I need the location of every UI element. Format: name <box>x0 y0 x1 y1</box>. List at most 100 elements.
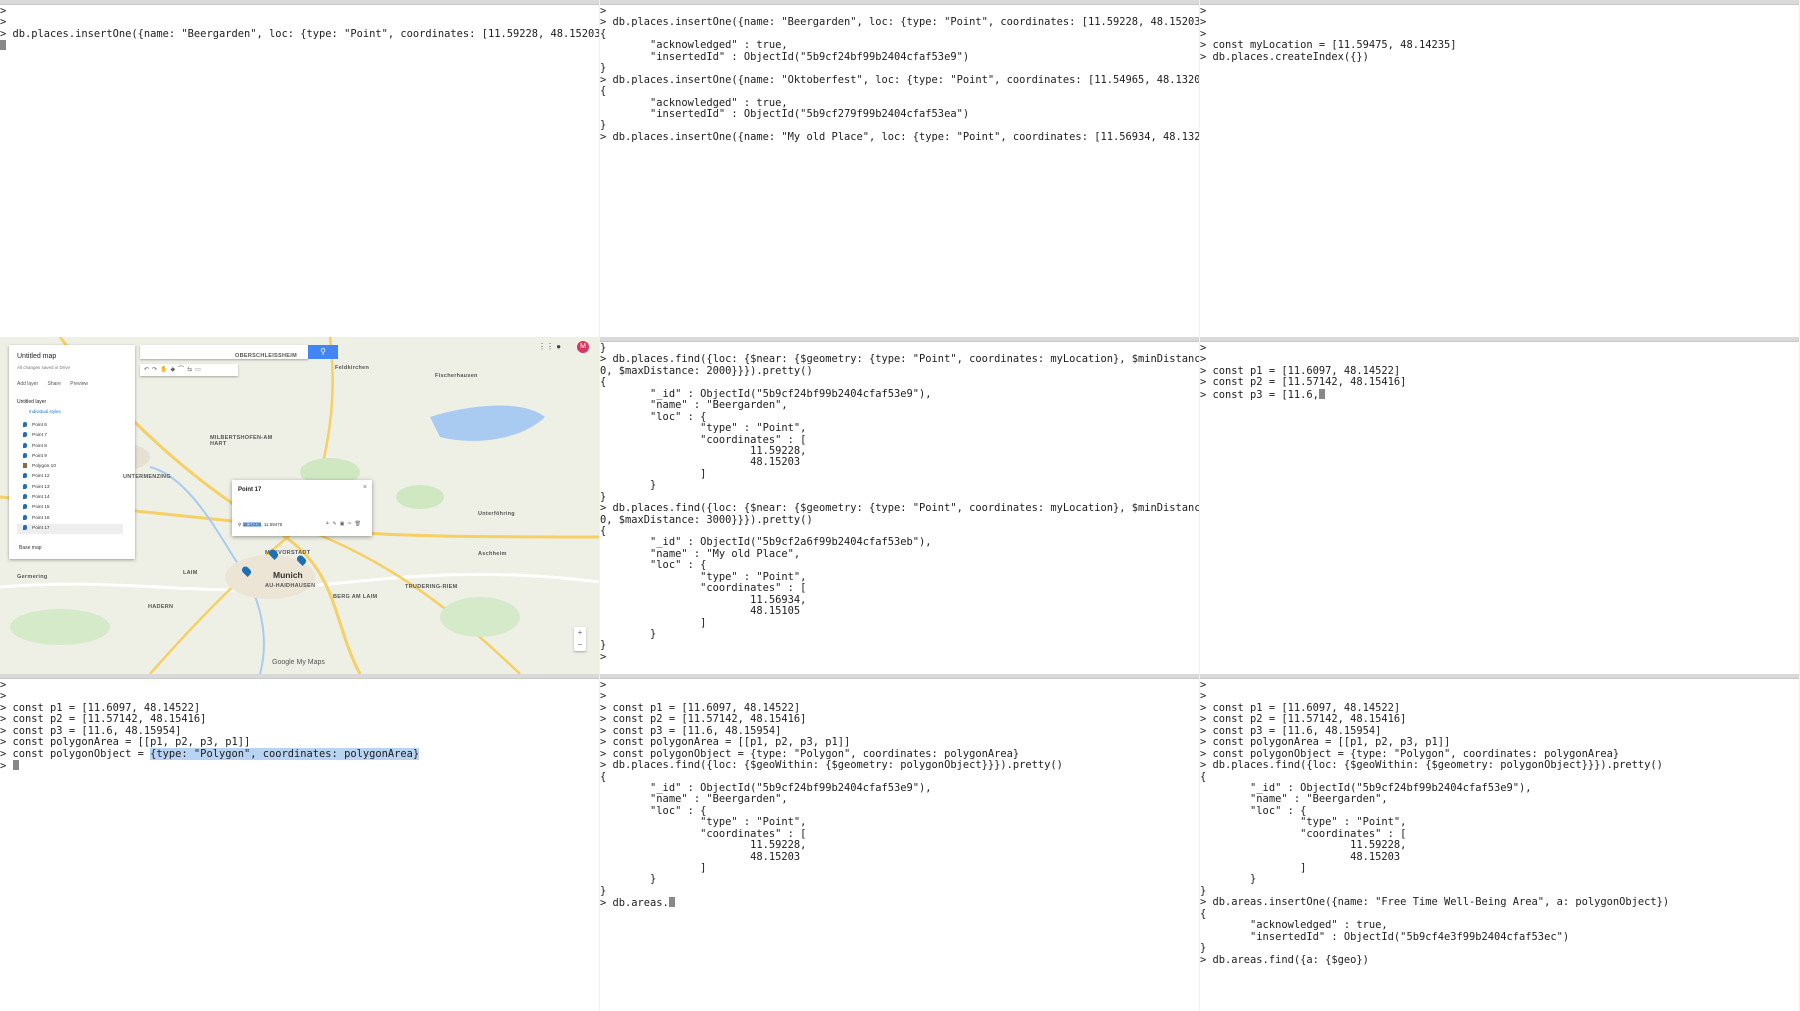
layer-name[interactable]: Untitled layer <box>17 399 46 405</box>
terminal-line: 11.59228, <box>600 839 807 852</box>
terminal-prompt-line[interactable] <box>0 40 599 51</box>
terminal-panel-2[interactable]: > > db.places.insertOne({name: "Beergard… <box>600 0 1200 337</box>
map-place-label: Germering <box>17 574 48 580</box>
layer-item[interactable]: Point 7 <box>23 431 123 441</box>
selected-text[interactable]: {type: "Polygon", coordinates: polygonAr… <box>150 747 420 760</box>
terminal-line: > db.places.insertOne({name: "Beergarden… <box>600 16 1200 29</box>
layer-item-label: Polygon 10 <box>32 464 57 470</box>
close-icon[interactable]: × <box>363 484 367 491</box>
terminal-output[interactable]: > > > const p1 = [11.6097, 48.14522] > c… <box>1200 342 1799 674</box>
text-cursor <box>1318 388 1325 399</box>
map-title[interactable]: Untitled map <box>17 353 56 360</box>
terminal-line: > const p2 = [11.57142, 48.15416] <box>1200 376 1407 389</box>
terminal-titlebar <box>600 674 1199 679</box>
pin-icon <box>23 442 27 448</box>
terminal-output[interactable]: } > db.places.find({loc: {$near: {$geome… <box>600 342 1200 674</box>
terminal-panel-7[interactable]: > > > const p1 = [11.6097, 48.14522] > c… <box>0 674 600 1011</box>
terminal-output[interactable]: > > db.places.insertOne({name: "Beergard… <box>600 5 1200 337</box>
map-place-label: BERG AM LAIM <box>333 594 378 600</box>
terminal-prompt-line[interactable]: > db.places.insertOne({name: "My old Pla… <box>600 131 1199 143</box>
terminal-prompt-line[interactable]: > db.places.createIndex({}) <box>1200 51 1799 63</box>
pin-icon <box>23 422 27 427</box>
map-place-label: LAIM <box>183 570 198 576</box>
terminal-line: > db.places.find({loc: {$near: {$geometr… <box>600 502 1200 515</box>
pin-icon <box>23 473 27 479</box>
terminal-prompt-line[interactable]: > <box>0 760 599 772</box>
terminal-panel-9[interactable]: > > > const p1 = [11.6097, 48.14522] > c… <box>1200 674 1800 1011</box>
text-cursor <box>12 760 19 771</box>
search-icon: ⚲ <box>320 347 326 356</box>
layer-item[interactable]: Point 13 <box>23 483 123 493</box>
terminal-line: } <box>600 884 607 897</box>
terminal-line: "insertedId" : ObjectId("5b9cf279f99b240… <box>600 107 970 120</box>
base-map-toggle[interactable]: Base map <box>19 545 42 551</box>
layer-item[interactable]: Polygon 10 <box>23 462 123 472</box>
layer-item-label: Point 12 <box>32 474 50 480</box>
layer-item[interactable]: Point 8 <box>23 442 123 452</box>
terminal-panel-6[interactable]: > > > const p1 = [11.6097, 48.14522] > c… <box>1200 337 1800 674</box>
terminal-line: } <box>1200 873 1257 886</box>
pin-icon <box>23 494 27 500</box>
map-toolbar[interactable]: ↶↷✋◆⌒⇆▭ <box>140 364 238 376</box>
map-sidebar[interactable]: Untitled map All changes saved in Drive … <box>9 345 135 559</box>
map-place-label: Fischerhausen <box>435 373 478 379</box>
terminal-titlebar <box>0 0 599 5</box>
terminal-panel-1[interactable]: > > > db.places.insertOne({name: "Beerga… <box>0 0 600 337</box>
terminal-output[interactable]: > > > const p1 = [11.6097, 48.14522] > c… <box>1200 679 1799 1011</box>
add-layer-button[interactable]: Add layer <box>17 381 38 387</box>
terminal-line: > <box>0 679 7 691</box>
terminal-output[interactable]: > > > > const myLocation = [11.59475, 48… <box>1200 5 1799 337</box>
terminal-panel-3[interactable]: > > > > const myLocation = [11.59475, 48… <box>1200 0 1800 337</box>
terminal-line: ] <box>600 616 707 629</box>
map-place-label: HADERN <box>148 604 174 610</box>
layer-item-label: Point 17 <box>32 525 50 531</box>
avatar[interactable]: M <box>577 341 589 353</box>
layer-item-label: Point 7 <box>32 433 47 439</box>
layer-item-label: Point 16 <box>32 515 50 521</box>
pin-icon <box>23 452 27 458</box>
popup-tools[interactable]: ⚘✎▣✑🗑 <box>325 521 364 527</box>
zoom-controls[interactable]: + − <box>574 627 586 651</box>
google-my-maps[interactable]: Untitled map All changes saved in Drive … <box>0 337 599 674</box>
search-button[interactable]: ⚲ <box>308 345 338 359</box>
terminal-line: "insertedId" : ObjectId("5b9cf24bf99b240… <box>600 50 970 63</box>
terminal-prompt-line[interactable]: > db.areas. <box>600 897 1199 910</box>
terminal-prompt-line[interactable]: > db.areas.find({a: {$geo}) <box>1200 954 1799 966</box>
layer-item[interactable]: Point 12 <box>23 472 123 482</box>
map-place-label: Unterföhring <box>478 511 515 517</box>
preview-button[interactable]: Preview <box>70 381 88 387</box>
terminal-line: "type" : "Point", <box>1200 816 1407 829</box>
terminal-input-text: > db.areas. <box>600 897 669 910</box>
terminal-titlebar <box>1200 0 1799 5</box>
layer-item[interactable]: Point 6 <box>23 421 123 431</box>
city-label: Munich <box>273 570 303 580</box>
popup-title: Point 17 <box>238 487 262 493</box>
text-cursor <box>668 897 675 908</box>
map-panel[interactable]: Untitled map All changes saved in Drive … <box>0 337 600 674</box>
share-button[interactable]: Share <box>48 381 61 387</box>
popup-coordinates[interactable]: ⚲ 48.14235, 11.59475 <box>238 522 282 528</box>
point-info-popup[interactable]: Point 17 × ⚲ 48.14235, 11.59475 ⚘✎▣✑🗑 <box>232 480 372 536</box>
terminal-line: 0, $maxDistance: 3000}}}).pretty() <box>600 513 813 526</box>
layer-item[interactable]: Point 14 <box>23 493 123 503</box>
layer-item[interactable]: Point 15 <box>23 503 123 513</box>
terminal-output[interactable]: > > > const p1 = [11.6097, 48.14522] > c… <box>0 679 599 1011</box>
terminal-panel-5[interactable]: } > db.places.find({loc: {$near: {$geome… <box>600 337 1200 674</box>
terminal-line: "insertedId" : ObjectId("5b9cf4e3f99b240… <box>1200 930 1570 943</box>
terminal-panel-8[interactable]: > > > const p1 = [11.6097, 48.14522] > c… <box>600 674 1200 1011</box>
layer-item-selected[interactable]: Point 17 <box>17 523 123 535</box>
terminal-line: 0, $maxDistance: 2000}}}).pretty() <box>600 364 813 377</box>
terminal-output[interactable]: > > > const p1 = [11.6097, 48.14522] > c… <box>600 679 1199 1011</box>
layer-item[interactable]: Point 9 <box>23 452 123 462</box>
terminal-output[interactable]: > > > db.places.insertOne({name: "Beerga… <box>0 5 599 337</box>
terminal-prompt-line[interactable]: > <box>600 651 1199 663</box>
apps-icon[interactable]: ⋮⋮ ● <box>538 342 561 351</box>
layer-item[interactable]: Point 16 <box>23 514 123 524</box>
layer-style-link[interactable]: Individual styles <box>29 409 61 414</box>
terminal-line: > const polygonObject = {type: "Polygon"… <box>0 747 599 760</box>
terminal-prompt-line[interactable]: > const p3 = [11.6, <box>1200 388 1799 400</box>
terminal-titlebar <box>1200 337 1799 342</box>
terminal-line: "coordinates" : [ <box>600 582 807 595</box>
terminal-line: "name" : "Beergarden", <box>600 399 788 412</box>
layer-item-label: Point 13 <box>32 484 50 490</box>
